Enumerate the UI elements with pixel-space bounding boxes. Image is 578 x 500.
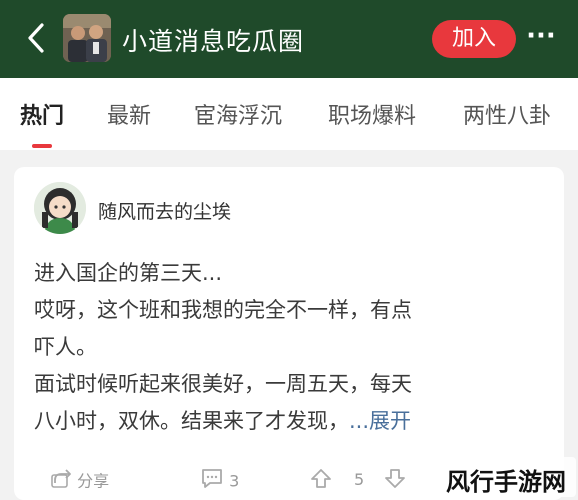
- post-line: 吓人。: [34, 335, 97, 359]
- post-line-text: 八小时，双休。结果来了才发现，: [34, 409, 349, 433]
- more-options-icon[interactable]: ···: [524, 22, 558, 54]
- vote-count: 5: [354, 470, 365, 489]
- post-line-last: 八小时，双休。结果来了才发现，...展开: [34, 403, 559, 440]
- downvote-button[interactable]: [384, 467, 406, 493]
- share-icon: [50, 467, 72, 497]
- post-content[interactable]: 进入国企的第三天... 哎呀，这个班和我想的完全不一样，有点 吓人。 面试时候听…: [34, 255, 559, 440]
- watermark-text: 风行手游网: [446, 468, 566, 496]
- tab-latest[interactable]: 最新: [107, 98, 151, 130]
- avatar[interactable]: [34, 182, 86, 234]
- post-line: 面试时候听起来很美好，一周五天，每天: [34, 372, 412, 396]
- join-button[interactable]: 加入: [432, 20, 516, 58]
- post-card[interactable]: 随风而去的尘埃 进入国企的第三天... 哎呀，这个班和我想的完全不一样，有点 吓…: [14, 167, 564, 500]
- upvote-icon: [310, 467, 332, 497]
- comment-button[interactable]: 3: [200, 467, 239, 493]
- active-tab-indicator: [32, 144, 52, 148]
- share-label: 分享: [77, 471, 110, 491]
- downvote-icon: [384, 467, 406, 497]
- back-arrow-icon[interactable]: [22, 20, 52, 56]
- group-title: 小道消息吃瓜圈: [122, 27, 305, 56]
- share-button[interactable]: 分享: [50, 467, 109, 493]
- post-line: 哎呀，这个班和我想的完全不一样，有点: [34, 298, 412, 322]
- author-name[interactable]: 随风而去的尘埃: [98, 197, 231, 224]
- tab-workplace[interactable]: 职场爆料: [328, 98, 416, 130]
- upvote-button[interactable]: [310, 467, 332, 493]
- tab-hot[interactable]: 热门: [20, 98, 64, 130]
- comment-count: 3: [229, 471, 240, 491]
- expand-link[interactable]: ...展开: [349, 409, 411, 433]
- tab-officialdom[interactable]: 宦海浮沉: [194, 98, 282, 130]
- post-line: 进入国企的第三天...: [34, 261, 223, 285]
- comment-icon: [200, 467, 224, 497]
- tab-gossip[interactable]: 两性八卦: [463, 98, 551, 130]
- group-header: 小道消息吃瓜圈 加入 ···: [0, 0, 578, 78]
- group-avatar[interactable]: [63, 14, 111, 62]
- category-tabs: 热门 最新 宦海浮沉 职场爆料 两性八卦: [0, 78, 578, 150]
